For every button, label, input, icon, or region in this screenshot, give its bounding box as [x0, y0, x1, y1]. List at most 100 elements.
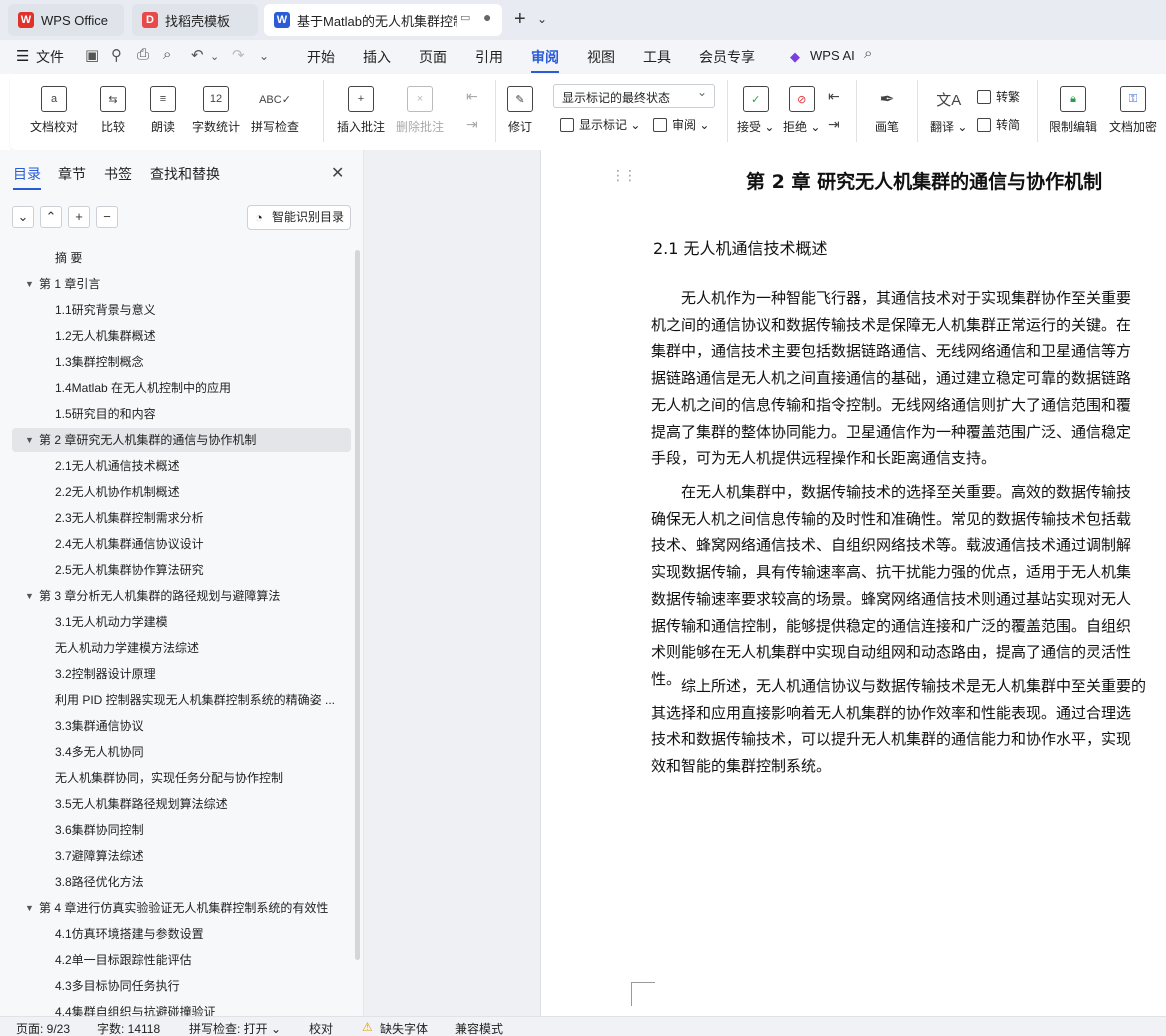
monitor-icon[interactable]: ▭ — [460, 11, 470, 24]
save-icon[interactable]: ▣ — [85, 46, 99, 64]
expand-caret-icon[interactable]: ▼ — [25, 279, 34, 289]
compare-button[interactable]: ⇆ 比较 — [100, 86, 126, 135]
delete-comment-button[interactable]: × 删除批注 — [396, 86, 444, 135]
menu-member[interactable]: 会员专享 — [699, 47, 755, 67]
toc-section-item[interactable]: 3.1无人机动力学建模 — [55, 610, 339, 634]
spell-check-status[interactable]: 拼写检查: 打开 ⌄ — [189, 1020, 281, 1036]
doc-encrypt-button[interactable]: ⚿ 文档加密 — [1109, 86, 1157, 135]
expand-caret-icon[interactable]: ▼ — [25, 903, 34, 913]
drag-handle-icon[interactable]: ⋮⋮ — [611, 168, 637, 184]
prev-comment-icon[interactable]: ⇤ — [466, 88, 478, 105]
new-tab-icon[interactable]: + — [514, 8, 526, 31]
read-aloud-button[interactable]: ≡ 朗读 — [150, 86, 176, 135]
next-revision-icon[interactable]: ⇥ — [828, 116, 840, 133]
toc-section-item[interactable]: 1.4Matlab 在无人机控制中的应用 — [55, 376, 339, 400]
toc-section-item[interactable]: 1.5研究目的和内容 — [55, 402, 339, 426]
accept-button[interactable]: ✓ 接受 ⌄ — [737, 86, 774, 135]
expand-caret-icon[interactable]: ▼ — [25, 591, 34, 601]
to-traditional-button[interactable]: 转繁 — [977, 88, 1020, 105]
toc-section-item[interactable]: 1.2无人机集群概述 — [55, 324, 339, 348]
pen-button[interactable]: ✒ 画笔 — [874, 86, 900, 135]
tab-docer[interactable]: D 找稻壳模板 — [132, 4, 258, 36]
missing-font-status[interactable]: 缺失字体 — [380, 1020, 428, 1036]
menu-insert[interactable]: 插入 — [363, 47, 391, 67]
document-page[interactable]: ⋮⋮ 第 2 章 研究无人机集群的通信与协作机制 2.1 无人机通信技术概述 无… — [540, 150, 1166, 1016]
toc-section-item[interactable]: 4.3多目标协同任务执行 — [55, 974, 339, 998]
undo-dropdown-icon[interactable]: ⌄ — [210, 50, 219, 63]
print-icon[interactable]: ⎙ — [137, 46, 149, 63]
menu-file[interactable]: 文件 — [36, 47, 64, 67]
print-preview-icon[interactable]: ⌕ — [163, 46, 171, 63]
next-comment-icon[interactable]: ⇥ — [466, 116, 478, 133]
hamburger-icon[interactable]: ☰ — [16, 47, 29, 65]
to-simplified-button[interactable]: 转简 — [977, 116, 1020, 133]
toc-section-item[interactable]: 2.3无人机集群控制需求分析 — [55, 506, 339, 530]
menu-wps-ai[interactable]: WPS AI — [810, 48, 855, 63]
share-icon[interactable]: ⚲ — [111, 46, 122, 64]
restrict-edit-button[interactable]: 🔒︎ 限制编辑 — [1049, 86, 1097, 135]
revise-button[interactable]: ✎ 修订 — [507, 86, 533, 135]
review-pane-button[interactable]: 审阅 ⌄ — [653, 116, 709, 133]
word-count-status[interactable]: 字数: 14118 — [97, 1020, 160, 1036]
tab-toc[interactable]: 目录 — [13, 164, 41, 190]
insert-comment-button[interactable]: + 插入批注 — [337, 86, 385, 135]
tab-chapters[interactable]: 章节 — [58, 164, 86, 184]
redo-icon[interactable]: ↷ — [232, 46, 245, 64]
doc-check-button[interactable]: a 文档校对 — [30, 86, 78, 135]
toc-chapter-item[interactable]: 第 2 章研究无人机集群的通信与协作机制 — [12, 428, 351, 452]
menu-start[interactable]: 开始 — [307, 47, 335, 67]
word-count-button[interactable]: 12 字数统计 — [192, 86, 240, 135]
toc-section-item[interactable]: 3.6集群协同控制 — [55, 818, 339, 842]
toc-section-item[interactable]: 2.1无人机通信技术概述 — [55, 454, 339, 478]
unsaved-dot-icon[interactable]: ● — [483, 9, 491, 25]
toc-section-item[interactable]: 无人机动力学建模方法综述 — [55, 636, 339, 660]
toc-section-item[interactable]: 1.3集群控制概念 — [55, 350, 339, 374]
undo-icon[interactable]: ↶ — [191, 46, 204, 64]
toc-section-item[interactable]: 2.2无人机协作机制概述 — [55, 480, 339, 504]
translate-button[interactable]: 文A 翻译 ⌄ — [930, 86, 967, 135]
toc-section-item[interactable]: 3.7避障算法综述 — [55, 844, 339, 868]
toc-section-item[interactable]: 无人机集群协同，实现任务分配与协作控制 — [55, 766, 339, 790]
prev-revision-icon[interactable]: ⇤ — [828, 88, 840, 105]
toc-section-item[interactable]: 利用 PID 控制器实现无人机集群控制系统的精确姿 ... — [55, 688, 339, 712]
toc-section-item[interactable]: 3.5无人机集群路径规划算法综述 — [55, 792, 339, 816]
reject-button[interactable]: ⊘ 拒绝 ⌄ — [783, 86, 820, 135]
toc-section-item[interactable]: 3.8路径优化方法 — [55, 870, 339, 894]
customize-dropdown-icon[interactable]: ⌄ — [259, 49, 269, 63]
toc-section-item[interactable]: 1.1研究背景与意义 — [55, 298, 339, 322]
add-heading-icon[interactable]: + — [68, 206, 90, 228]
toc-section-item[interactable]: 摘 要 — [55, 246, 339, 270]
menu-page[interactable]: 页面 — [419, 47, 447, 67]
close-icon[interactable]: ✕ — [331, 163, 344, 183]
tab-document[interactable]: W 基于Matlab的无人机集群控制 ▭ ● — [264, 4, 502, 36]
search-icon[interactable]: ⌕ — [864, 45, 872, 62]
toc-chapter-item[interactable]: 第 4 章进行仿真实验验证无人机集群控制系统的有效性 — [39, 896, 339, 920]
toc-section-item[interactable]: 3.3集群通信协议 — [55, 714, 339, 738]
menu-review[interactable]: 审阅 — [531, 47, 559, 73]
spell-check-button[interactable]: ABC✓ 拼写检查 — [251, 86, 299, 135]
tab-list-chevron-icon[interactable]: ⌄ — [537, 12, 547, 26]
menu-view[interactable]: 视图 — [587, 47, 615, 67]
toc-section-item[interactable]: 4.2单一目标跟踪性能评估 — [55, 948, 339, 972]
toc-section-item[interactable]: 3.2控制器设计原理 — [55, 662, 339, 686]
toc-section-item[interactable]: 3.4多无人机协同 — [55, 740, 339, 764]
toc-section-item[interactable]: 2.5无人机集群协作算法研究 — [55, 558, 339, 582]
markup-state-select[interactable]: 显示标记的最终状态 — [553, 84, 715, 108]
show-markup-button[interactable]: 显示标记 ⌄ — [560, 116, 640, 133]
tab-bookmarks[interactable]: 书签 — [104, 164, 132, 184]
tab-find-replace[interactable]: 查找和替换 — [150, 164, 220, 184]
smart-toc-button[interactable]: ◔ 智能识别目录 — [247, 205, 351, 230]
page-indicator[interactable]: 页面: 9/23 — [16, 1020, 70, 1036]
toc-section-item[interactable]: 4.1仿真环境搭建与参数设置 — [55, 922, 339, 946]
expand-up-icon[interactable]: ⌃ — [40, 206, 62, 228]
collapse-down-icon[interactable]: ⌄ — [12, 206, 34, 228]
menu-tools[interactable]: 工具 — [643, 47, 671, 67]
menu-reference[interactable]: 引用 — [475, 47, 503, 67]
tab-wps-office[interactable]: W WPS Office — [8, 4, 124, 36]
proof-status[interactable]: 校对 — [309, 1020, 333, 1036]
toc-section-item[interactable]: 2.4无人机集群通信协议设计 — [55, 532, 339, 556]
remove-heading-icon[interactable]: − — [96, 206, 118, 228]
sidebar-scrollbar[interactable] — [355, 250, 360, 960]
toc-chapter-item[interactable]: 第 1 章引言 — [39, 272, 339, 296]
toc-chapter-item[interactable]: 第 3 章分析无人机集群的路径规划与避障算法 — [39, 584, 339, 608]
